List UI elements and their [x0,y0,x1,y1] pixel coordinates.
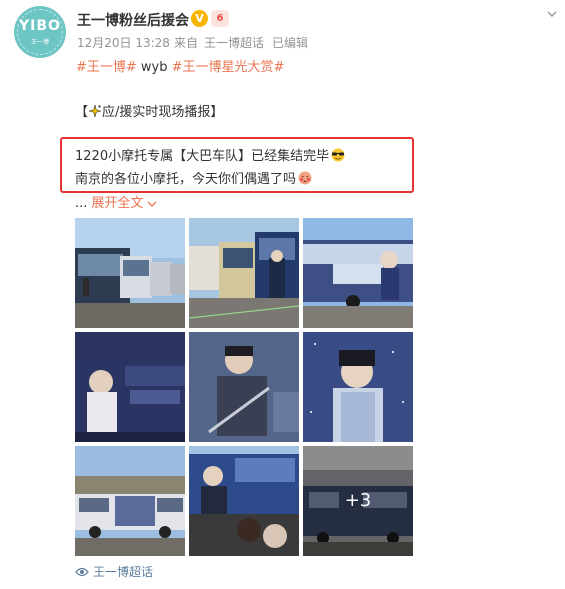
line2-text: 1220小摩托专属【大巴车队】已经集结完毕 [75,149,330,164]
more-photos-overlay[interactable]: +3 [303,446,413,556]
photo-thumbnail-7[interactable] [75,446,185,556]
sparkle-icon [88,104,102,118]
ellipsis: ... [75,196,88,211]
topic-link-wangyibo[interactable]: #王一博# [76,60,137,75]
line1-text: 应/援实时现场播报】 [102,105,224,120]
photo-thumbnail-2[interactable] [189,218,299,328]
shy-face-emoji-icon [298,171,312,185]
photo-thumbnail-1[interactable] [75,218,185,328]
avatar[interactable]: YIBO 王一博 [14,6,66,58]
expand-full-text-link[interactable]: 展开全文 [91,196,143,211]
expand-row: ... 展开全文 [75,192,157,211]
sunglasses-emoji-icon [331,148,345,162]
source-link[interactable]: 王一博超话 [204,36,264,50]
edited-label: 已编辑 [271,36,308,50]
chevron-down-icon[interactable] [546,8,558,20]
photo-thumbnail-9[interactable]: +3 [303,446,413,556]
post-text-line2: 1220小摩托专属【大巴车队】已经集结完毕 [75,145,346,164]
supertopic-icon [75,567,89,577]
line3-text: 南京的各位小摩托，今天你们偶遇了吗 [75,172,297,187]
topic-link-starlight[interactable]: #王一博星光大赏# [172,60,285,75]
photo-thumbnail-5[interactable] [189,332,299,442]
line1-prefix: 【 [75,105,89,120]
fan-level-badge-icon: 6 [211,10,229,27]
chevron-down-icon[interactable] [147,200,157,208]
avatar-text: YIBO [19,18,61,34]
topic-line: #王一博# wyb #王一博星光大赏# [76,56,284,75]
post-meta: 12月20日 13:28 来自 王一博超话 已编辑 [77,34,312,51]
photo-thumbnail-4[interactable] [75,332,185,442]
verified-badge-icon: V [191,10,208,27]
photo-thumbnail-3[interactable] [303,218,413,328]
post-text-line3: 南京的各位小摩托，今天你们偶遇了吗 [75,168,313,187]
photo-thumbnail-6[interactable] [303,332,413,442]
post-time[interactable]: 12月20日 13:28 [77,36,170,50]
post-text-line1: 【 应/援实时现场播报】 [75,101,223,120]
photo-grid: +3 [75,218,413,557]
weibo-post-card: YIBO 王一博 王一博粉丝后援会 V 6 12月20日 13:28 来自 王一博超… [0,0,565,589]
author-name[interactable]: 王一博粉丝后援会 [77,10,189,30]
source-prefix: 来自 [173,36,198,50]
topic-plain-wyb: wyb [136,60,172,75]
footer-source-text[interactable]: 王一博超话 [93,565,153,579]
avatar-subtext: 王一博 [30,39,49,46]
photo-thumbnail-8[interactable] [189,446,299,556]
footer-source-link[interactable]: 王一博超话 [75,563,153,580]
